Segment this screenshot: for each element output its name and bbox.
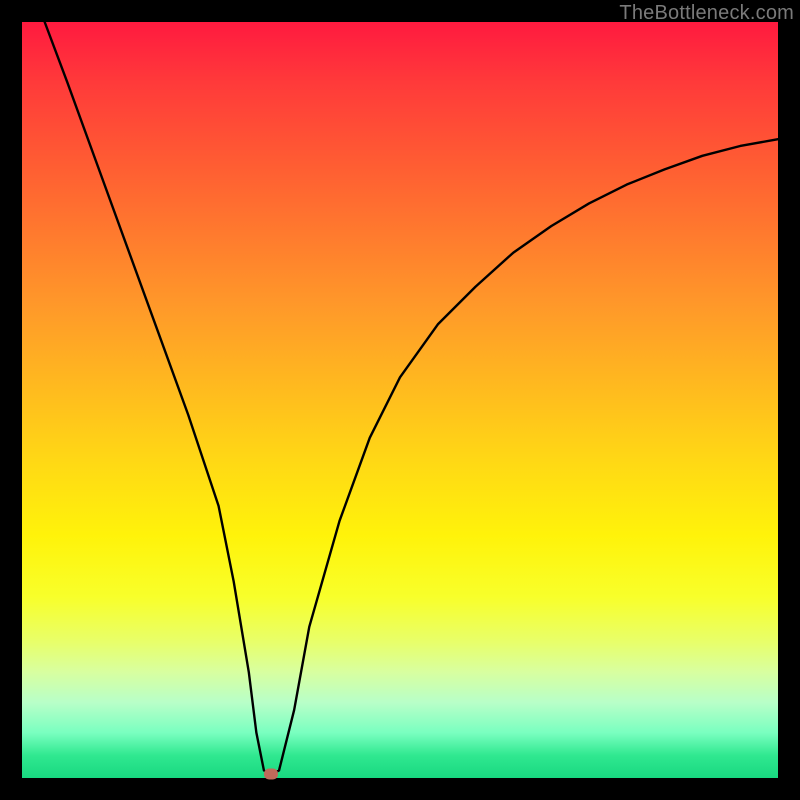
optimal-point-marker (264, 769, 278, 780)
plot-area (22, 22, 778, 778)
bottleneck-curve (45, 22, 778, 774)
curve-svg (22, 22, 778, 778)
chart-frame: TheBottleneck.com (0, 0, 800, 800)
